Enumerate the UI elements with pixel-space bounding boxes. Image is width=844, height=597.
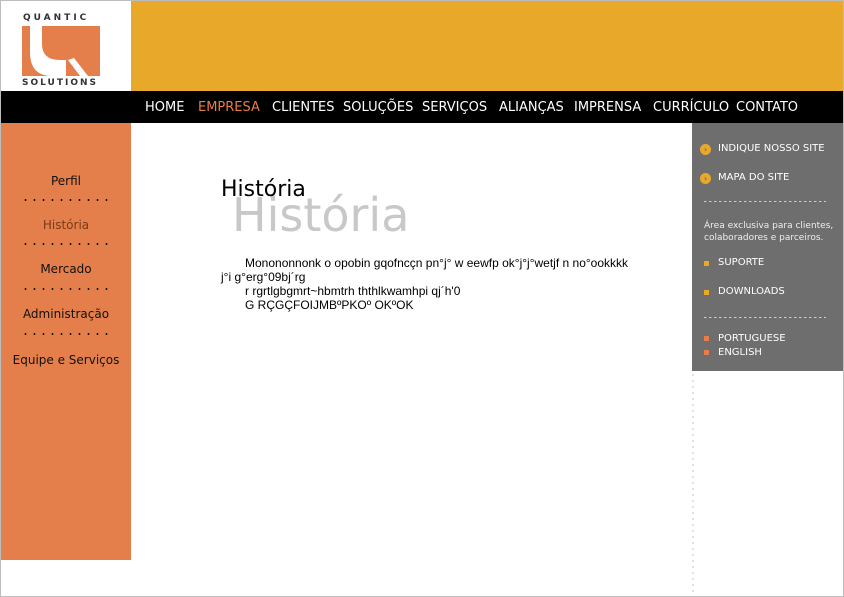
- language-english[interactable]: ENGLISH: [718, 347, 762, 358]
- sidebar: Perfil História Mercado Administração Eq…: [1, 123, 131, 560]
- nav-contato[interactable]: CONTATO: [736, 100, 798, 115]
- sidebar-divider: [21, 199, 111, 201]
- logo-q-mark: [22, 26, 100, 76]
- sidebar-item-historia[interactable]: História: [1, 218, 131, 232]
- nav-home[interactable]: HOME: [145, 100, 184, 115]
- arrow-right-icon: ›: [700, 144, 711, 155]
- mapa-site-link[interactable]: MAPA DO SITE: [718, 172, 789, 183]
- history-paragraph: G RÇGÇFOIJMBºPKOº OKºOK: [245, 298, 414, 312]
- nav-servicos[interactable]: SERVIÇOS: [422, 100, 487, 115]
- sidebar-item-mercado[interactable]: Mercado: [1, 262, 131, 276]
- history-text: Monononnonk o opobin gqofncçn pn°j° w ee…: [221, 256, 661, 312]
- sidebar-item-perfil[interactable]: Perfil: [1, 174, 131, 188]
- page-title: História: [221, 177, 306, 202]
- square-bullet-icon: [704, 290, 709, 295]
- square-bullet-icon: [704, 336, 709, 341]
- history-paragraph: r rgrtlgbgmrt~hbmtrh ththlkwamhpi qj´h'0: [245, 284, 461, 298]
- sidebar-divider: [21, 333, 111, 335]
- restricted-area-note: Área exclusiva para clientes, colaborado…: [704, 221, 834, 243]
- square-bullet-icon: [704, 261, 709, 266]
- nav-aliancas[interactable]: ALIANÇAS: [499, 100, 564, 115]
- right-panel: › INDIQUE NOSSO SITE › MAPA DO SITE Área…: [692, 123, 843, 371]
- top-banner: [131, 1, 843, 91]
- sidebar-divider: [21, 288, 111, 290]
- panel-divider: [704, 317, 826, 318]
- logo-top-text: QUANTIC: [23, 13, 90, 23]
- sidebar-item-administracao[interactable]: Administração: [1, 307, 131, 321]
- history-paragraph: j°i g°erg°09bj´rg: [221, 270, 306, 284]
- nav-solucoes[interactable]: SOLUÇÕES: [343, 100, 413, 115]
- logo[interactable]: QUANTIC SOLUTIONS: [1, 1, 130, 91]
- nav-clientes[interactable]: CLIENTES: [272, 100, 335, 115]
- sidebar-item-equipe-servicos[interactable]: Equipe e Serviços: [1, 353, 131, 367]
- logo-bottom-text: SOLUTIONS: [22, 78, 99, 88]
- panel-divider: [704, 201, 826, 202]
- nav-empresa[interactable]: EMPRESA: [198, 100, 260, 115]
- indique-site-link[interactable]: INDIQUE NOSSO SITE: [718, 143, 825, 154]
- square-bullet-icon: [704, 350, 709, 355]
- nav-imprensa[interactable]: IMPRENSA: [574, 100, 641, 115]
- sidebar-divider: [21, 243, 111, 245]
- nav-curriculo[interactable]: CURRÍCULO: [653, 100, 729, 115]
- vertical-dotted-divider: [692, 372, 694, 592]
- arrow-right-icon: ›: [700, 173, 711, 184]
- suporte-link[interactable]: SUPORTE: [718, 257, 764, 268]
- language-portuguese[interactable]: PORTUGUESE: [718, 333, 786, 344]
- main-nav: HOME EMPRESA CLIENTES SOLUÇÕES SERVIÇOS …: [1, 91, 843, 123]
- history-paragraph: Monononnonk o opobin gqofncçn pn°j° w ee…: [245, 256, 629, 270]
- downloads-link[interactable]: DOWNLOADS: [718, 286, 785, 297]
